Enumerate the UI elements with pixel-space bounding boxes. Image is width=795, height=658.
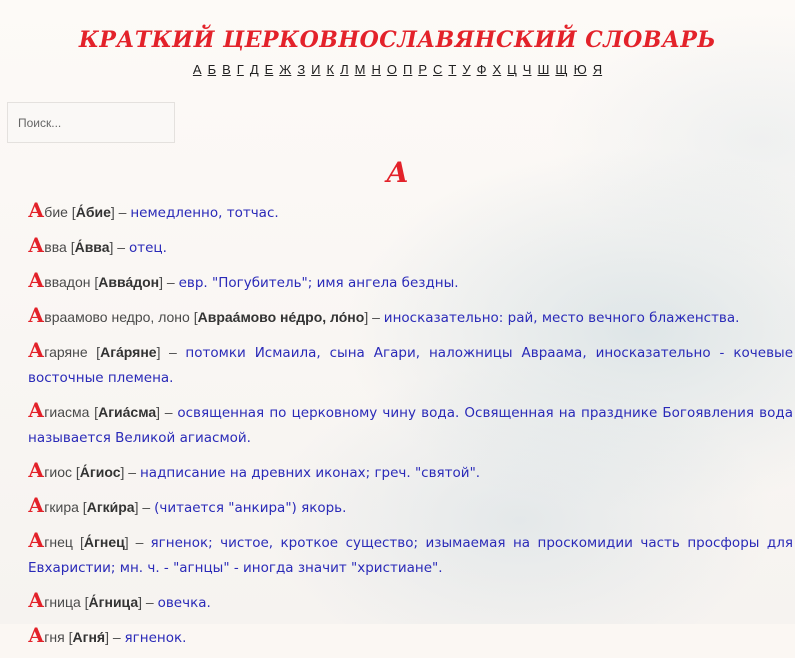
alphabet-link[interactable]: Т [448,62,456,77]
entry-headword: враамово недро, лоно [44,309,190,325]
entry-initial: А [28,493,45,517]
entry-initial: А [28,528,45,552]
alphabet-link[interactable]: Л [340,62,349,77]
alphabet-link[interactable]: Х [493,62,502,77]
entry-initial: А [28,198,45,222]
entry-accented-form: Авва́дон [98,274,160,290]
alphabet-link[interactable]: К [327,62,335,77]
entry-headword: гня [44,629,65,645]
alphabet-link[interactable]: Д [250,62,259,77]
entry-definition: иносказательно: рай, место вечного блаже… [383,310,740,326]
alphabet-link[interactable]: Н [371,62,380,77]
section-letter-heading: А [386,156,409,189]
entry-accented-form: Агки́ра [86,499,135,515]
entry-headword: вва [44,239,67,255]
entry-headword: ввадон [44,274,91,290]
dictionary-entry: Агнец [А́гнец] – ягненок; чистое, кротко… [28,528,793,576]
entry-accented-form: А́гнец [83,534,125,550]
entry-headword: гиос [44,464,73,480]
entry-initial: А [28,398,45,422]
entry-initial: А [28,623,45,647]
alphabet-link[interactable]: О [387,62,397,77]
dictionary-entries: Абие [А́бие] – немедленно, тотчас. Авва [… [28,198,793,658]
alphabet-link[interactable]: У [462,62,470,77]
alphabet-link[interactable]: Р [418,62,427,77]
entry-headword: бие [44,204,68,220]
entry-accented-form: А́бие [75,204,111,220]
entry-initial: А [28,303,45,327]
dictionary-entry: Агкира [Агки́ра] – (читается "анкира") я… [28,493,347,517]
entry-accented-form: А́вва [74,239,110,255]
entry-definition: отец. [129,240,167,256]
alphabet-link[interactable]: Ф [477,62,487,77]
alphabet-link[interactable]: Б [208,62,217,77]
entry-definition: надписание на древних иконах; греч. "свя… [139,465,481,481]
alphabet-link[interactable]: Ч [523,62,532,77]
entry-headword: гиасма [44,404,90,420]
entry-initial: А [28,588,45,612]
alphabet-link[interactable]: И [311,62,320,77]
alphabet-link[interactable]: Ш [537,62,549,77]
entry-headword: гаряне [44,344,88,360]
entry-accented-form: Авраа́мово не́дро, ло́но [197,309,365,325]
entry-initial: А [28,268,45,292]
entry-definition: (читается "анкира") якорь. [154,500,347,516]
alphabet-link[interactable]: М [355,62,366,77]
search-input[interactable] [7,102,175,143]
site-title[interactable]: КРАТКИЙ ЦЕРКОВНОСЛАВЯНСКИЙ СЛОВАРЬ [0,27,795,53]
dictionary-entry: Агница [А́гница] – овечка. [28,588,211,612]
entry-accented-form: Ага́ряне [100,344,157,360]
entry-headword: гнец [44,534,73,550]
alphabet-link[interactable]: Ц [507,62,517,77]
entry-accented-form: А́гница [88,594,139,610]
alphabet-link[interactable]: Ю [574,62,587,77]
alphabet-link[interactable]: С [433,62,442,77]
dictionary-entry: Агиос [А́гиос] – надписание на древних и… [28,458,481,482]
entry-accented-form: Агиа́сма [98,404,157,420]
entry-definition: ягненок; чистое, кроткое существо; изыма… [28,535,793,576]
dictionary-entry: Авраамово недро, лоно [Авраа́мово не́дро… [28,303,740,327]
entry-definition: ягненок. [124,630,187,646]
entry-accented-form: А́гиос [79,464,121,480]
alphabet-nav: АБВГДЕЖЗИКЛМНОПРСТУФХЦЧШЩЮЯ [0,62,795,77]
alphabet-link[interactable]: Ж [279,62,291,77]
dictionary-entry: Аввадон [Авва́дон] – евр. "Погубитель"; … [28,268,459,292]
dictionary-entry: Агиасма [Агиа́сма] – освященная по церко… [28,398,793,446]
alphabet-link[interactable]: П [403,62,412,77]
entry-initial: А [28,233,45,257]
entry-definition: овечка. [157,595,211,611]
entry-headword: гкира [44,499,79,515]
entry-definition: немедленно, тотчас. [130,205,279,221]
dictionary-entry: Агаряне [Ага́ряне] – потомки Исмаила, сы… [28,338,794,386]
alphabet-link[interactable]: Г [237,62,244,77]
alphabet-link[interactable]: Я [593,62,602,77]
entry-initial: А [28,338,45,362]
entry-definition: евр. "Погубитель"; имя ангела бездны. [178,275,459,291]
entry-accented-form: Агня́ [72,629,106,645]
alphabet-link[interactable]: Е [265,62,274,77]
dictionary-entry: Агня [Агня́] – ягненок. [28,623,187,647]
dictionary-entry: Абие [А́бие] – немедленно, тотчас. [28,198,279,222]
dictionary-entry: Авва [А́вва] – отец. [28,233,167,257]
alphabet-link[interactable]: З [297,62,305,77]
alphabet-link[interactable]: А [193,62,202,77]
entry-headword: гница [44,594,81,610]
alphabet-link[interactable]: Щ [555,62,567,77]
entry-initial: А [28,458,45,482]
alphabet-link[interactable]: В [222,62,231,77]
